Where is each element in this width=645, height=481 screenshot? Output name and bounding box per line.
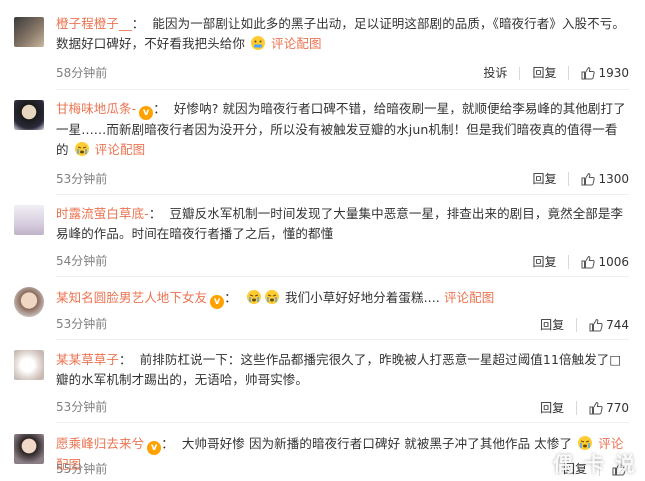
timestamp: 53分钟前 bbox=[56, 400, 108, 414]
watermark: 偶 卡 说 bbox=[553, 452, 637, 476]
timestamp: 54分钟前 bbox=[56, 254, 108, 268]
comment-actions: 投诉 回复 1930 bbox=[471, 66, 629, 80]
comment-body: 某知名圆脸男艺人地下女友 v： 我们小草好好地分着蛋糕.... 评论配图 bbox=[56, 290, 495, 309]
comment-body: 某某草草子： 前排防杠说一下：这些作品都播完很久了，昨晚被人打恶意一星超过阈值1… bbox=[56, 352, 622, 387]
username-link[interactable]: 某知名圆脸男艺人地下女友 bbox=[56, 290, 207, 305]
reply-button[interactable]: 回复 bbox=[520, 255, 568, 269]
comment-pic-link[interactable]: 评论配图 bbox=[444, 290, 494, 305]
comment-body: 橙子程橙子__： 能因为一部剧让如此多的黑子出动，足以证明这部剧的品质，《暗夜行… bbox=[56, 16, 625, 51]
v-badge-icon: v bbox=[139, 106, 154, 120]
comment-text: 我们小草好好地分着蛋糕.... bbox=[284, 290, 440, 305]
thumbs-up-icon bbox=[589, 318, 603, 332]
divider bbox=[56, 339, 629, 340]
avatar[interactable] bbox=[14, 350, 44, 380]
avatar[interactable] bbox=[14, 287, 44, 317]
reply-button[interactable]: 回复 bbox=[519, 66, 568, 80]
reply-button[interactable]: 回复 bbox=[528, 318, 576, 332]
timestamp: 53分钟前 bbox=[56, 317, 108, 331]
timestamp: 58分钟前 bbox=[56, 66, 108, 80]
like-button[interactable]: 770 bbox=[576, 401, 629, 415]
comment-text: 前排防杠说一下：这些作品都播完很久了，昨晚被人打恶意一星超过阈值11倍触发了□瓣… bbox=[56, 352, 622, 387]
timestamp: 53分钟前 bbox=[56, 172, 108, 186]
divider bbox=[56, 89, 629, 90]
like-button[interactable]: 744 bbox=[576, 318, 629, 332]
comment-body: 甘梅味地瓜条-v： 好惨呐? 就因为暗夜行者口碑不错，给暗夜刷一星，就顺便给李易… bbox=[56, 101, 626, 157]
like-count: 744 bbox=[606, 317, 629, 332]
emoji-icon bbox=[246, 290, 261, 304]
divider bbox=[56, 194, 629, 195]
divider bbox=[56, 276, 629, 277]
like-button[interactable]: 1006 bbox=[568, 255, 629, 269]
avatar[interactable] bbox=[14, 100, 44, 130]
like-button[interactable]: 1300 bbox=[568, 172, 629, 186]
comment-text: 大帅哥好惨 因为新播的暗夜行者口碑好 就被黑子冲了其他作品 太惨了 bbox=[181, 436, 573, 451]
v-badge-icon: v bbox=[147, 441, 162, 455]
like-count: 1006 bbox=[598, 254, 629, 269]
thumbs-up-icon bbox=[581, 172, 596, 186]
divider bbox=[56, 422, 629, 423]
comment-body: 愿乘峰归去来兮 v： 大帅哥好惨 因为新播的暗夜行者口碑好 就被黑子冲了其他作品 … bbox=[56, 436, 624, 472]
username-link[interactable]: 某某草草子 bbox=[56, 352, 119, 367]
avatar[interactable] bbox=[14, 205, 44, 235]
thumbs-up-icon bbox=[581, 66, 596, 80]
thumbs-up-icon bbox=[589, 401, 603, 415]
like-count: 1930 bbox=[598, 65, 629, 80]
comment-pic-link[interactable]: 评论配图 bbox=[271, 36, 321, 51]
like-count: 1300 bbox=[598, 171, 629, 186]
username-link[interactable]: 橙子程橙子__ bbox=[56, 16, 132, 31]
avatar[interactable] bbox=[14, 434, 44, 464]
username-link[interactable]: 愿乘峰归去来兮 bbox=[56, 436, 144, 451]
comment-pic-link[interactable]: 评论配图 bbox=[95, 142, 145, 157]
emoji-icon bbox=[74, 142, 89, 156]
report-button[interactable]: 投诉 bbox=[471, 66, 519, 80]
v-badge-icon: v bbox=[210, 295, 225, 309]
comment-actions: 回复 744 bbox=[528, 318, 629, 332]
thumbs-up-icon bbox=[581, 255, 596, 269]
emoji-icon bbox=[264, 290, 279, 304]
reply-button[interactable]: 回复 bbox=[520, 172, 568, 186]
comment-actions: 回复 770 bbox=[528, 401, 629, 415]
username-link[interactable]: 甘梅味地瓜条- bbox=[56, 101, 136, 116]
comment-body: 时露流萤白草底-： 豆瓣反水军机制一时间发现了大量集中恶意一星，排查出来的剧目，… bbox=[56, 206, 624, 241]
timestamp: 55分钟前 bbox=[56, 462, 108, 476]
username-link[interactable]: 时露流萤白草底- bbox=[56, 206, 149, 221]
comment-actions: 回复 1006 bbox=[520, 255, 629, 269]
reply-button[interactable]: 回复 bbox=[528, 401, 576, 415]
like-button[interactable]: 1930 bbox=[568, 66, 629, 80]
like-count: 770 bbox=[606, 400, 629, 415]
avatar[interactable] bbox=[14, 17, 44, 47]
comment-actions: 回复 1300 bbox=[520, 172, 629, 186]
emoji-icon bbox=[251, 36, 266, 50]
